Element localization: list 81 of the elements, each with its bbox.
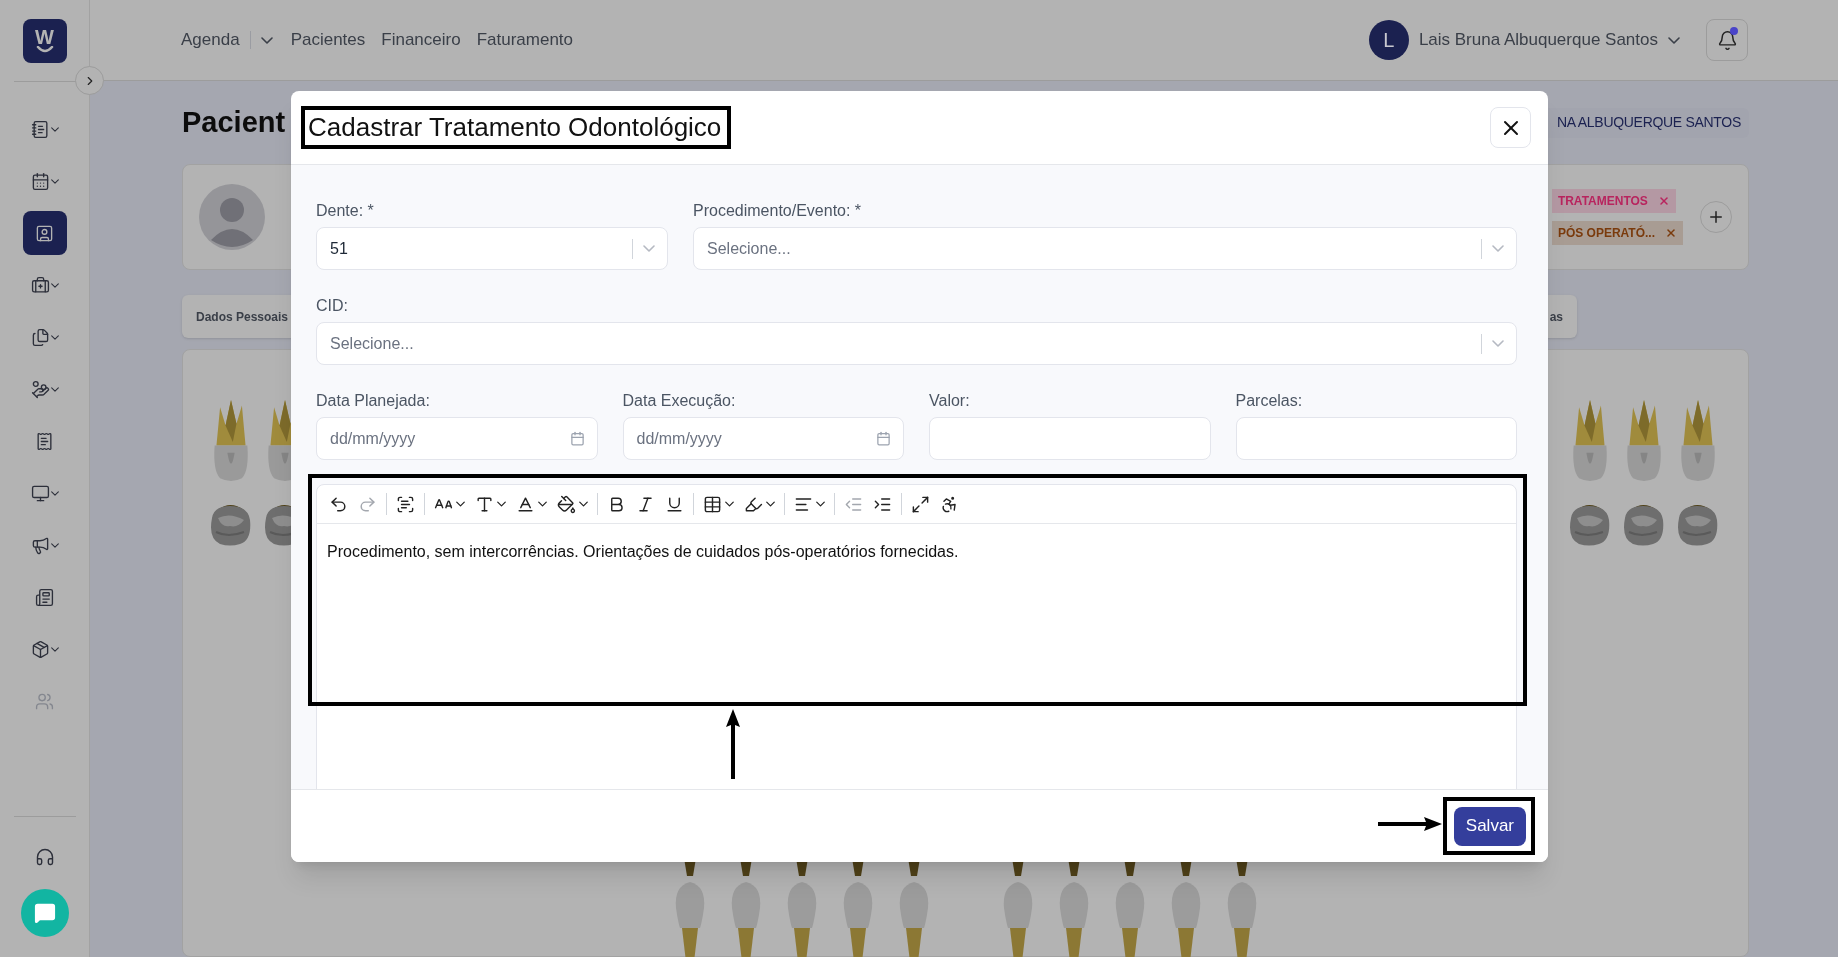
chevron-down-icon [50, 178, 59, 184]
nav-link[interactable]: Agenda [181, 27, 275, 53]
chevron-down-icon [50, 282, 59, 288]
nav-link[interactable]: Financeiro [381, 27, 461, 53]
field-label: Data Planejada: [316, 391, 431, 411]
caret-icon [497, 501, 506, 507]
field-label: Procedimento/Evento: * [693, 201, 863, 221]
field-label: Dente: * [316, 201, 375, 221]
calendar-icon [30, 171, 50, 191]
date-field[interactable]: dd/mm/yyyy [622, 417, 904, 460]
user-avatar[interactable]: L [1368, 20, 1409, 60]
caret-icon [725, 501, 734, 507]
logo[interactable]: W [22, 18, 67, 63]
text-editor[interactable]: Procedimento, sem intercorrências. Orientações de cuidados pós-operatórios fornecidas. [316, 484, 1517, 789]
hand-coins-icon [30, 379, 50, 399]
sidebar-item[interactable] [22, 211, 67, 255]
italic-icon [636, 494, 655, 514]
accessibility-icon [940, 494, 959, 514]
newspaper-icon [35, 587, 54, 607]
font-color-icon [516, 494, 535, 514]
select-all-icon [396, 494, 415, 514]
monitor-icon [30, 483, 50, 503]
nav-link[interactable]: Pacientes [290, 27, 366, 53]
chevron-down-icon [50, 126, 59, 132]
chat-icon [33, 902, 56, 924]
notebook-icon [30, 119, 50, 139]
calendar-icon [569, 431, 585, 446]
fill-color-icon [557, 494, 576, 514]
field-label: CID: [316, 296, 349, 316]
select-field[interactable]: Selecione... [693, 227, 1517, 270]
nav-link[interactable]: Faturamento [476, 27, 574, 53]
modal-title: Cadastrar Tratamento Odontológico [308, 111, 722, 144]
chevron-down-icon [50, 646, 59, 652]
caret-icon [456, 501, 465, 507]
package-icon [30, 639, 50, 659]
field-label: Parcelas: [1235, 391, 1304, 411]
annotation-arrow [1376, 815, 1444, 833]
avatar-icon [199, 184, 265, 250]
chevron-down-icon [1492, 245, 1504, 252]
chevron-down-icon [50, 334, 59, 340]
font-family-icon [475, 494, 494, 514]
caret-icon [816, 501, 825, 507]
save-button[interactable]: Salvar [1453, 806, 1526, 846]
bell-icon [1716, 29, 1738, 51]
files-icon [30, 327, 50, 347]
editor-text: Procedimento, sem intercorrências. Orientações de cuidados pós-operatórios fornecidas. [327, 542, 960, 562]
chat-button[interactable] [20, 889, 69, 937]
megaphone-icon [30, 535, 50, 555]
select-field[interactable]: 51 [316, 227, 668, 270]
chevron-down-icon [1492, 340, 1504, 347]
caret-icon [579, 501, 588, 507]
caret-icon [766, 501, 775, 507]
date-field[interactable]: dd/mm/yyyy [316, 417, 598, 460]
support-icon[interactable] [34, 847, 55, 867]
chevron-down-icon[interactable] [1668, 36, 1680, 44]
user-name[interactable]: Lais Bruna Albuquerque Santos [1418, 27, 1658, 53]
plus-icon [1707, 208, 1725, 226]
field-label: Data Execução: [622, 391, 737, 411]
users-icon [35, 691, 54, 711]
chevron-down-icon [643, 245, 655, 252]
close-icon[interactable] [1665, 227, 1677, 239]
table-icon [703, 494, 722, 514]
close-button[interactable] [1490, 107, 1531, 148]
tag-label: PÓS OPERATÓ... [1557, 224, 1655, 242]
caret-icon [538, 501, 547, 507]
receipt-icon [35, 431, 54, 451]
chevron-down-icon [50, 542, 59, 548]
fullscreen-icon [911, 494, 930, 514]
field-label: Valor: [929, 391, 971, 411]
contact-card-icon [35, 223, 54, 243]
medical-case-icon [30, 275, 50, 295]
input-field[interactable] [1235, 417, 1517, 460]
chevron-down-icon [260, 36, 273, 44]
notifications-button[interactable] [1706, 19, 1748, 61]
page-title: Pacient [182, 104, 286, 140]
calendar-icon [876, 431, 891, 446]
chevron-down-icon [50, 490, 59, 496]
select-field[interactable]: Selecione... [316, 322, 1517, 365]
input-field[interactable] [929, 417, 1211, 460]
tag-label: TRATAMENTOS [1557, 193, 1648, 210]
chevron-down-icon [50, 386, 59, 392]
